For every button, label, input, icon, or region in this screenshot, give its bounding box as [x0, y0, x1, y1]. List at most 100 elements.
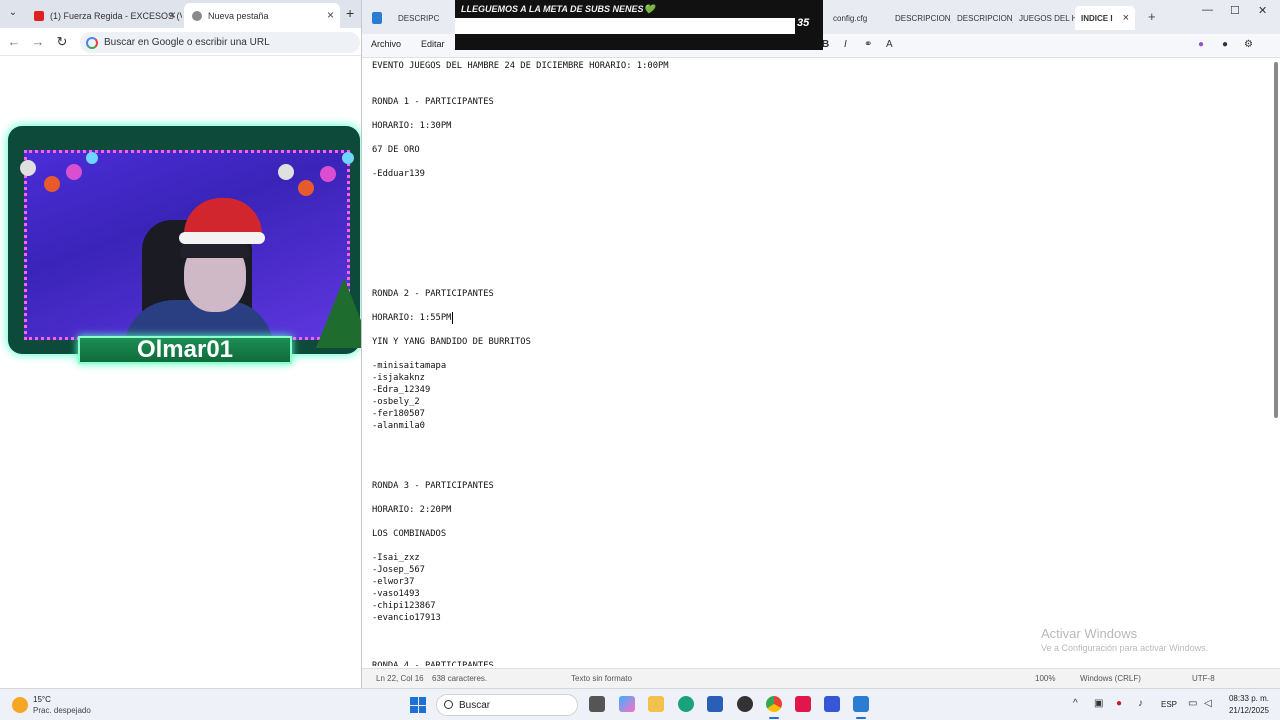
clear-format-icon[interactable]: A: [886, 39, 893, 50]
text-line: [372, 492, 1262, 504]
youtube-icon: [34, 10, 44, 21]
text-line: -Josep_567: [372, 565, 425, 575]
close-icon[interactable]: ×: [327, 8, 334, 22]
forward-arrow-icon[interactable]: →: [30, 34, 46, 50]
close-window-icon[interactable]: ✕: [1258, 4, 1267, 17]
vertical-scrollbar[interactable]: [1274, 62, 1278, 418]
activate-windows-watermark: Activar Windows Ve a Configuración para …: [1041, 626, 1208, 653]
clock-date[interactable]: 21/12/2025: [1226, 706, 1272, 715]
ornament-icon: [86, 152, 98, 164]
bold-icon[interactable]: B: [822, 39, 829, 50]
notepad-text-area[interactable]: EVENTO JUEGOS DEL HAMBRE 24 DE DICIEMBRE…: [372, 60, 1262, 666]
chrome-icon: [192, 10, 202, 21]
notepad-app-icon: [372, 12, 382, 24]
notepad-tab[interactable]: config.cfg: [833, 6, 887, 30]
copilot-icon[interactable]: [619, 696, 635, 712]
chrome-tab-title: Nueva pestaña: [208, 10, 269, 21]
activate-windows-subtitle: Ve a Configuración para activar Windows.: [1041, 643, 1209, 653]
text-line: 67 DE ORO: [372, 145, 420, 155]
notepad-tab[interactable]: DESCRIPCION_: [895, 6, 951, 30]
text-line: [372, 228, 1262, 240]
notepad-tab-active[interactable]: INDICE I ×: [1075, 6, 1135, 30]
chevron-up-icon[interactable]: ^: [1073, 698, 1078, 709]
text-line: [372, 444, 1262, 456]
text-line: [372, 432, 1262, 444]
menu-edit[interactable]: Editar: [421, 39, 445, 49]
text-line: [372, 180, 1262, 192]
text-line: -vaso1493: [372, 589, 420, 599]
ornament-icon: [320, 166, 336, 182]
weather-temperature[interactable]: 15°C: [33, 695, 51, 704]
ornament-icon: [66, 164, 82, 180]
new-tab-plus-icon[interactable]: +: [346, 5, 354, 21]
notepad-tab[interactable]: DESCRIPCION_: [957, 6, 1013, 30]
notepad-tab-title: INDICE I: [1081, 13, 1113, 23]
back-arrow-icon[interactable]: ←: [6, 34, 22, 50]
sub-goal-bar: [455, 18, 795, 34]
status-line-ending[interactable]: Windows (CRLF): [1080, 674, 1141, 683]
text-line: -chipi123867: [372, 601, 436, 611]
streamer-name-plate: Olmar01: [78, 336, 292, 364]
tray-app-icon[interactable]: ▣: [1094, 698, 1103, 709]
text-line: EVENTO JUEGOS DEL HAMBRE 24 DE DICIEMBRE…: [372, 61, 669, 71]
close-icon[interactable]: ×: [1123, 12, 1129, 24]
volume-icon[interactable]: ◁: [1204, 698, 1212, 709]
notepad-tab[interactable]: JUEGOS DEL H: [1019, 6, 1075, 30]
tray-record-icon[interactable]: ●: [1116, 698, 1122, 709]
status-encoding[interactable]: UTF-8: [1192, 674, 1215, 683]
text-line: [372, 216, 1262, 228]
settings-gear-icon[interactable]: ⚙: [1244, 39, 1253, 50]
status-zoom[interactable]: 100%: [1035, 674, 1055, 683]
clock-time[interactable]: 08:33 p. m.: [1226, 694, 1272, 703]
microphone-icon[interactable]: ♪: [1138, 698, 1143, 709]
app-icon[interactable]: [824, 696, 840, 712]
chrome-tab-title: (1) Fuerza Regida - EXCESOS (V: [50, 10, 182, 21]
text-line: -alanmila0: [372, 421, 425, 431]
text-line: RONDA 2 - PARTICIPANTES: [372, 289, 494, 299]
close-icon[interactable]: ×: [169, 8, 176, 22]
maximize-icon[interactable]: ☐: [1230, 4, 1240, 17]
status-format: Texto sin formato: [571, 674, 632, 683]
omnibox[interactable]: Buscar en Google o escribir una URL: [80, 32, 360, 53]
chrome-tab-new[interactable]: Nueva pestaña ×: [184, 3, 340, 28]
activate-windows-title: Activar Windows: [1041, 626, 1138, 641]
menu-file[interactable]: Archivo: [371, 39, 401, 49]
ornament-icon: [20, 160, 36, 176]
copilot-icon[interactable]: ●: [1198, 39, 1204, 50]
tiktok-icon[interactable]: [795, 696, 811, 712]
account-icon[interactable]: ●: [1222, 39, 1228, 50]
file-explorer-icon[interactable]: [648, 696, 664, 712]
text-line: [372, 516, 1262, 528]
chrome-icon[interactable]: [766, 696, 782, 712]
windows-start-icon[interactable]: [410, 697, 426, 713]
language-indicator[interactable]: ESP: [1161, 700, 1177, 709]
edge-icon[interactable]: [678, 696, 694, 712]
notepad-icon[interactable]: [853, 696, 869, 712]
italic-icon[interactable]: I: [844, 39, 847, 50]
reload-icon[interactable]: ↻: [54, 34, 70, 50]
text-line: [372, 192, 1262, 204]
weather-sun-icon[interactable]: [12, 697, 28, 713]
taskbar-search-label: Buscar: [459, 699, 491, 711]
google-icon: [86, 36, 98, 49]
text-line: LOS COMBINADOS: [372, 529, 447, 539]
text-line: RONDA 1 - PARTICIPANTES: [372, 97, 494, 107]
text-line: -fer180507: [372, 409, 425, 419]
text-line: [372, 324, 1262, 336]
network-icon[interactable]: ▭: [1188, 698, 1197, 709]
new-tab-plus-icon[interactable]: +: [1148, 9, 1156, 24]
minimize-icon[interactable]: —: [1202, 4, 1213, 16]
chrome-tab-youtube[interactable]: (1) Fuerza Regida - EXCESOS (V ×: [26, 3, 182, 28]
notepad-tab[interactable]: DESCRIPC ●: [398, 6, 448, 30]
tab-search-chevron-icon[interactable]: ⌄: [6, 6, 20, 20]
notepad-tab-title: config.cfg: [833, 13, 868, 23]
taskbar-search-box[interactable]: Buscar: [436, 694, 578, 716]
text-line: [372, 108, 1262, 120]
status-position: Ln 22, Col 16: [376, 674, 424, 683]
store-icon[interactable]: [707, 696, 723, 712]
weather-description[interactable]: Prac. despejado: [33, 706, 91, 715]
file-manager-icon[interactable]: [589, 696, 605, 712]
notepad-status-bar: Ln 22, Col 16 638 caracteres. Texto sin …: [362, 668, 1280, 688]
link-icon[interactable]: ⚭: [864, 39, 872, 50]
obs-icon[interactable]: [737, 696, 753, 712]
